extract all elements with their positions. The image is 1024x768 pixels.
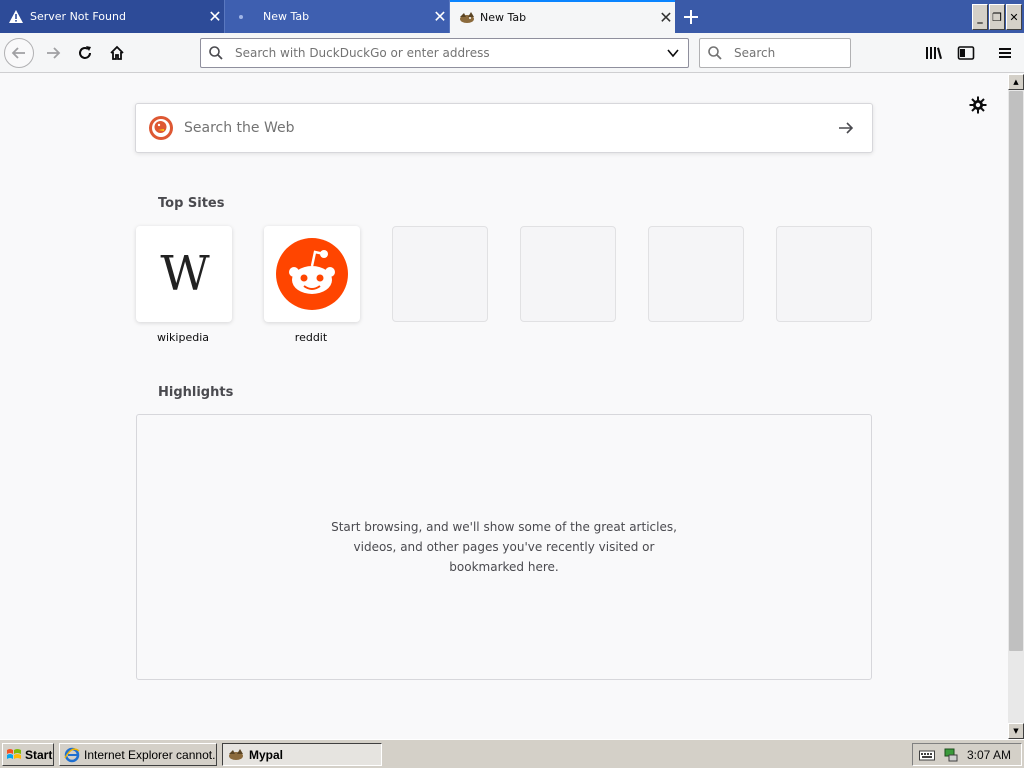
web-search-box[interactable] <box>135 103 873 153</box>
reddit-logo-icon <box>276 238 348 310</box>
chevron-down-icon[interactable] <box>658 39 688 67</box>
tab-title: Server Not Found <box>30 10 126 23</box>
scroll-down-button[interactable]: ▼ <box>1008 723 1024 739</box>
home-icon <box>110 45 124 60</box>
keyboard-icon[interactable] <box>918 749 935 761</box>
tab-new-tab-active[interactable]: New Tab ✕ <box>450 0 675 33</box>
close-tab-icon[interactable]: ✕ <box>206 7 224 26</box>
taskbar-item-label: Mypal <box>249 747 284 762</box>
close-tab-icon[interactable]: ✕ <box>431 7 449 26</box>
scroll-thumb[interactable] <box>1009 91 1023 651</box>
top-sites-title: Top Sites <box>158 196 225 211</box>
top-site-label: reddit <box>294 331 328 344</box>
forward-arrow-icon <box>47 47 61 59</box>
search-bar[interactable] <box>699 38 851 68</box>
url-bar[interactable] <box>200 38 689 68</box>
home-button[interactable] <box>102 38 132 68</box>
tab-new-tab-1[interactable]: New Tab ✕ <box>225 0 450 33</box>
system-tray: 3:07 AM <box>912 743 1022 766</box>
taskbar: Start Internet Explorer cannot... Mypal … <box>0 739 1024 768</box>
close-window-button[interactable]: ✕ <box>1006 4 1022 30</box>
menu-button[interactable] <box>990 38 1020 68</box>
triangle-down-icon: ▼ <box>1013 727 1019 735</box>
restore-icon: ❐ <box>992 10 1002 24</box>
taskbar-item-label: Internet Explorer cannot... <box>84 747 217 762</box>
search-input[interactable] <box>730 46 850 60</box>
network-icon[interactable] <box>943 747 959 763</box>
reload-icon <box>79 46 91 59</box>
taskbar-item-internet-explorer[interactable]: Internet Explorer cannot... <box>59 743 217 766</box>
start-label: Start <box>25 747 53 762</box>
vertical-scrollbar[interactable]: ▲ ▼ <box>1008 74 1024 739</box>
restore-button[interactable]: ❐ <box>989 4 1005 30</box>
windows-logo-icon <box>7 748 21 759</box>
triangle-up-icon: ▲ <box>1013 78 1019 86</box>
sidebar-toggle-button[interactable] <box>951 38 981 68</box>
minimize-button[interactable]: _ <box>972 4 988 30</box>
top-site-empty <box>648 226 744 322</box>
taskbar-item-mypal[interactable]: Mypal <box>222 743 382 766</box>
reload-button[interactable] <box>70 38 100 68</box>
library-icon <box>926 47 942 59</box>
gear-icon <box>969 96 987 114</box>
minimize-icon: _ <box>977 10 983 24</box>
tab-server-not-found[interactable]: Server Not Found ✕ <box>0 0 225 33</box>
top-site-label: wikipedia <box>156 331 209 344</box>
start-button[interactable]: Start <box>2 743 54 766</box>
highlights-empty-message: Start browsing, and we'll show some of t… <box>331 520 677 574</box>
top-site-empty <box>520 226 616 322</box>
clock[interactable]: 3:07 AM <box>967 748 1011 762</box>
arrow-right-icon <box>839 122 854 134</box>
tab-strip: Server Not Found ✕ New Tab ✕ New Tab ✕ _… <box>0 0 1024 33</box>
forward-button[interactable] <box>38 38 68 68</box>
window-controls: _ ❐ ✕ <box>972 4 1022 30</box>
warning-icon <box>9 9 23 23</box>
sidebar-icon <box>957 46 975 60</box>
nav-toolbar <box>0 33 1024 73</box>
top-site-reddit[interactable] <box>264 226 360 322</box>
search-submit-button[interactable] <box>826 108 866 148</box>
highlights-title: Highlights <box>158 385 234 400</box>
search-icon <box>201 39 231 67</box>
library-button[interactable] <box>919 38 949 68</box>
wikipedia-logo-icon: W <box>160 246 209 302</box>
new-tab-button[interactable] <box>678 4 704 30</box>
back-button[interactable] <box>4 38 34 68</box>
search-icon <box>700 39 730 67</box>
web-search-input[interactable] <box>174 120 826 136</box>
customize-button[interactable] <box>966 93 990 117</box>
tab-title: New Tab <box>480 11 527 24</box>
duckduckgo-logo-icon <box>149 116 173 140</box>
top-site-empty <box>776 226 872 322</box>
mypal-icon <box>229 748 243 760</box>
top-site-empty <box>392 226 488 322</box>
mypal-icon <box>460 11 474 23</box>
loading-dot-icon <box>233 9 249 25</box>
highlights-empty-state: Start browsing, and we'll show some of t… <box>136 414 872 680</box>
close-icon: ✕ <box>1009 10 1019 24</box>
plus-icon <box>684 10 698 24</box>
close-tab-icon[interactable]: ✕ <box>657 8 675 27</box>
internet-explorer-icon <box>64 747 80 762</box>
back-arrow-icon <box>11 47 25 59</box>
url-input[interactable] <box>231 46 658 60</box>
top-site-wikipedia[interactable]: W <box>136 226 232 322</box>
hamburger-menu-icon <box>999 48 1011 58</box>
scroll-up-button[interactable]: ▲ <box>1008 74 1024 90</box>
tab-title: New Tab <box>263 10 310 23</box>
new-tab-page: Top Sites W wikipedia reddit Highlights … <box>0 74 1008 739</box>
